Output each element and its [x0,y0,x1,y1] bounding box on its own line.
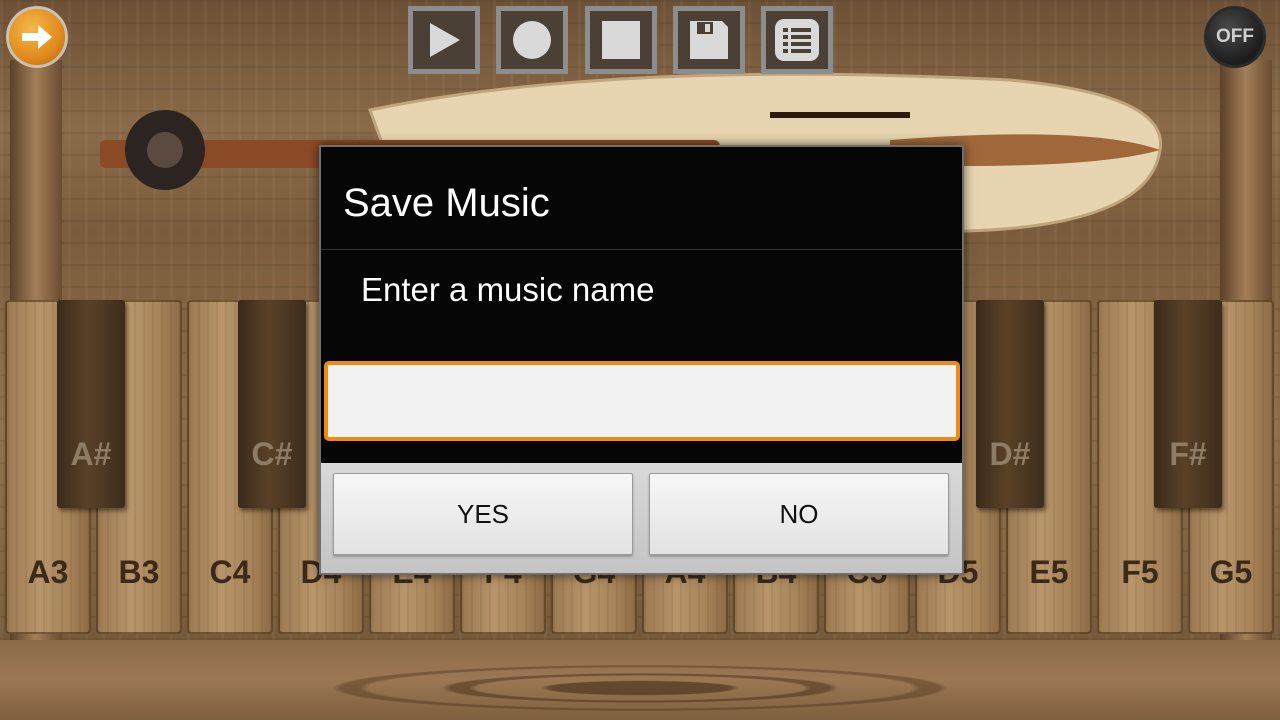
dialog-divider [321,249,962,250]
save-music-dialog: Save Music Enter a music name YES NO [319,145,964,575]
yes-button[interactable]: YES [333,473,633,555]
dialog-title: Save Music [343,181,550,225]
music-name-input[interactable] [324,361,960,441]
dialog-button-bar: YES NO [321,463,962,573]
dialog-message: Enter a music name [361,271,655,308]
no-button[interactable]: NO [649,473,949,555]
